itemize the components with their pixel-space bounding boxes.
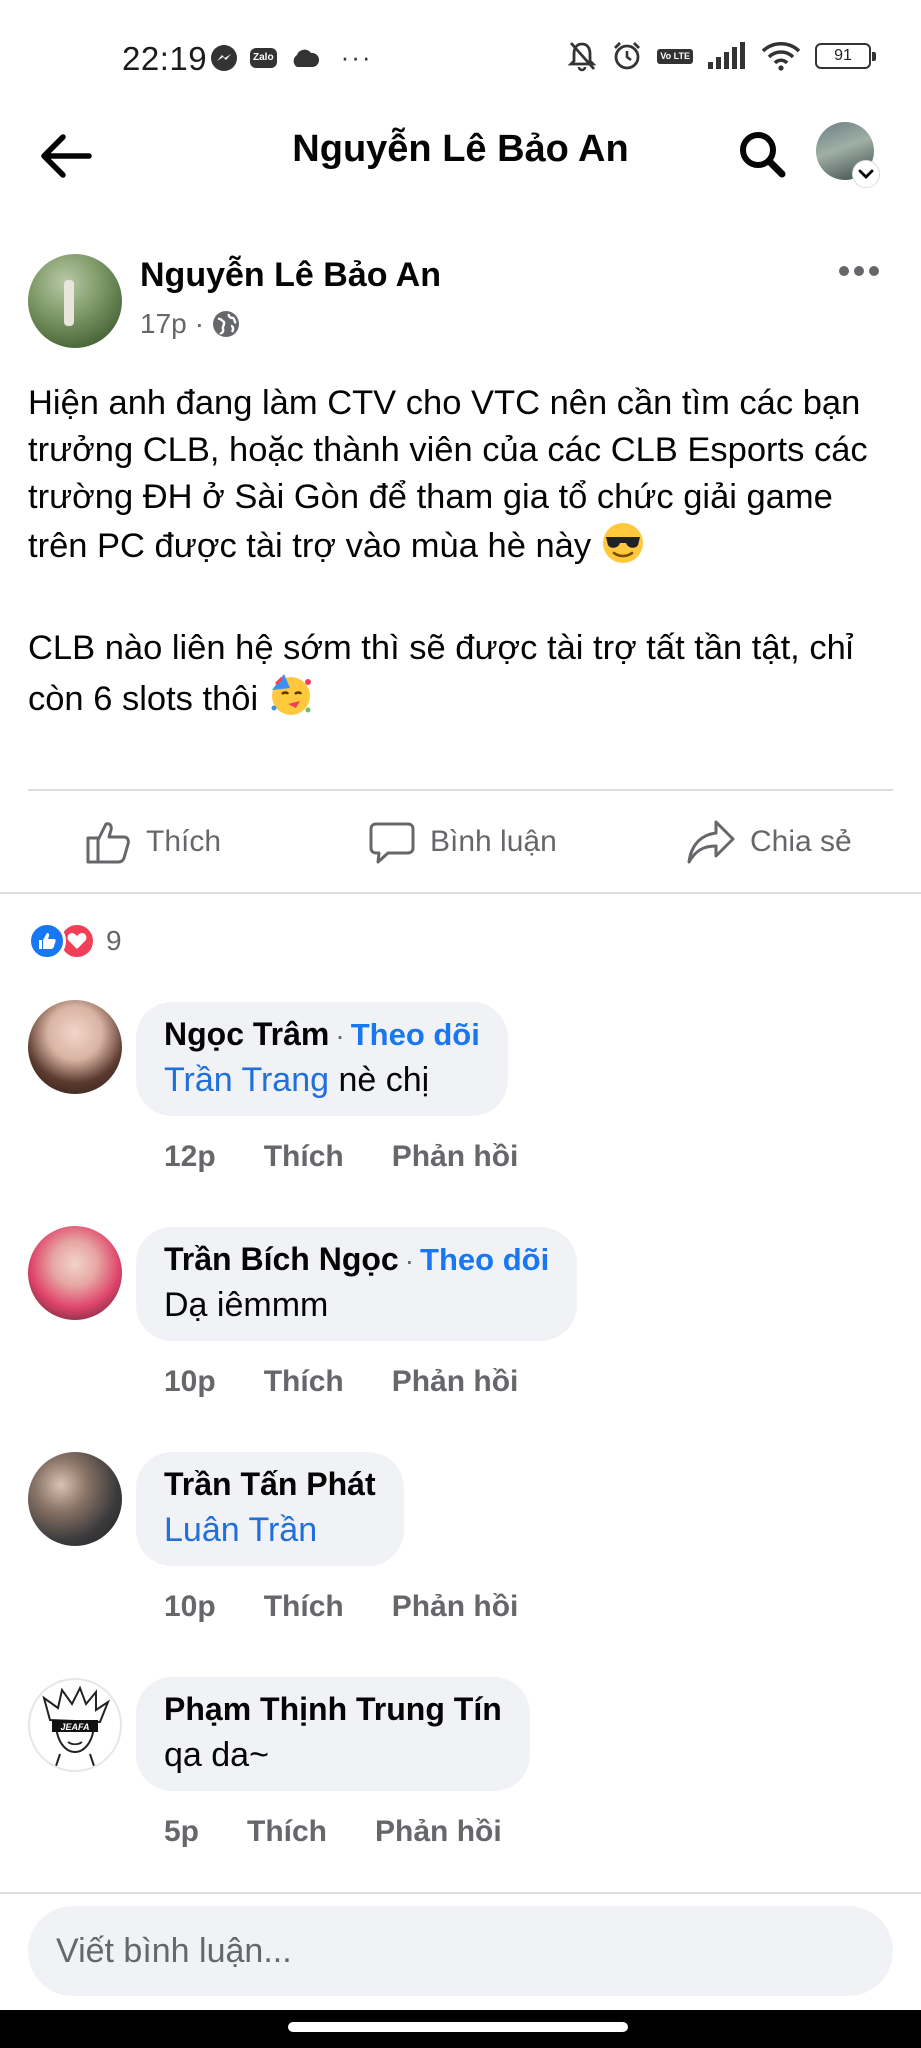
- mute-icon: [567, 40, 597, 72]
- more-horizontal-icon: [839, 266, 879, 276]
- comment-input[interactable]: Viết bình luận...: [28, 1906, 893, 1996]
- battery-indicator: 91: [815, 43, 876, 69]
- post-time[interactable]: 17p: [140, 308, 187, 340]
- comment-like-button[interactable]: Thích: [247, 1815, 327, 1849]
- comment-label: Bình luận: [430, 825, 557, 858]
- comment-avatar[interactable]: [28, 1452, 122, 1546]
- status-right-icons: Vo LTE 91: [567, 40, 876, 72]
- post-content: Hiện anh đang làm CTV cho VTC nên cần tì…: [28, 380, 898, 731]
- post-more-options-button[interactable]: [834, 256, 884, 286]
- comment-reply-button[interactable]: Phản hồi: [392, 1590, 519, 1624]
- comment-like-button[interactable]: Thích: [264, 1365, 344, 1399]
- post-paragraph-1: Hiện anh đang làm CTV cho VTC nên cần tì…: [28, 384, 868, 565]
- comment-text-body: nè chị: [329, 1061, 430, 1099]
- post-action-bar: Thích Bình luận Chia sẻ: [0, 800, 921, 886]
- comment-bubble: Ngọc Trâm · Theo dõi Trần Trang nè chị: [136, 1002, 508, 1116]
- comment-actions: 10p Thích Phản hồi: [164, 1365, 518, 1399]
- follow-button[interactable]: Theo dõi: [420, 1242, 549, 1278]
- comment-reply-button[interactable]: Phản hồi: [392, 1365, 519, 1399]
- comment-header: Ngọc Trâm · Theo dõi: [164, 1016, 480, 1053]
- reactions-summary[interactable]: 9: [28, 922, 122, 960]
- comment-bubble: Trần Tấn Phát Luân Trần: [136, 1452, 404, 1566]
- comment-text: Trần Trang nè chị: [164, 1061, 480, 1100]
- zalo-icon: Zalo: [250, 47, 277, 68]
- search-button[interactable]: [732, 124, 792, 184]
- post-paragraph-2: CLB nào liên hệ sớm thì sẽ được tài trợ …: [28, 629, 854, 718]
- anime-character-avatar-icon: JEAFA: [42, 1685, 111, 1767]
- comment-header: Phạm Thịnh Trung Tín: [164, 1691, 502, 1728]
- like-button[interactable]: Thích: [84, 818, 221, 866]
- comment-mention[interactable]: Trần Trang: [164, 1061, 329, 1099]
- comment-like-button[interactable]: Thích: [264, 1140, 344, 1174]
- volte-icon: Vo LTE: [657, 48, 693, 64]
- follow-button[interactable]: Theo dõi: [351, 1017, 480, 1053]
- signal-icon: [707, 42, 747, 70]
- meta-separator: ·: [194, 308, 205, 339]
- comment-separator: ·: [404, 1245, 415, 1276]
- post-author-avatar[interactable]: [28, 254, 122, 348]
- post-meta: 17p ·: [140, 308, 240, 340]
- top-header: Nguyễn Lê Bảo An: [0, 110, 921, 220]
- like-label: Thích: [146, 825, 222, 858]
- comment-time[interactable]: 10p: [164, 1365, 216, 1399]
- comment-avatar[interactable]: [28, 1226, 122, 1320]
- comment-avatar[interactable]: [28, 1000, 122, 1094]
- comment-time[interactable]: 5p: [164, 1815, 199, 1849]
- comment-actions: 5p Thích Phản hồi: [164, 1815, 502, 1849]
- globe-icon: [213, 311, 240, 337]
- post-divider: [28, 789, 893, 791]
- status-left-icons: Zalo ···: [210, 42, 373, 73]
- comment-bubble-icon: [369, 822, 415, 864]
- comment-time[interactable]: 12p: [164, 1140, 216, 1174]
- comment-bubble: Trần Bích Ngọc · Theo dõi Dạ iêmmm: [136, 1227, 578, 1341]
- more-notifications-icon: ···: [340, 42, 373, 72]
- share-button[interactable]: Chia sẻ: [686, 818, 852, 866]
- comment-like-button[interactable]: Thích: [264, 1590, 344, 1624]
- comment-reply-button[interactable]: Phản hồi: [375, 1815, 502, 1849]
- reaction-count: 9: [106, 925, 122, 956]
- search-icon: [740, 132, 786, 178]
- share-arrow-icon: [687, 820, 735, 864]
- composer-divider: [0, 1892, 921, 1894]
- comment-time[interactable]: 10p: [164, 1590, 216, 1624]
- comment-header: Trần Tấn Phát: [164, 1466, 376, 1503]
- thumbs-up-icon: [86, 822, 130, 864]
- comment-actions: 10p Thích Phản hồi: [164, 1590, 518, 1624]
- comment-author[interactable]: Phạm Thịnh Trung Tín: [164, 1691, 502, 1728]
- svg-text:JEAFA: JEAFA: [60, 1722, 89, 1732]
- comment-text: Dạ iêmmm: [164, 1286, 329, 1324]
- share-label: Chia sẻ: [750, 825, 852, 858]
- alarm-icon: [611, 40, 643, 72]
- wifi-icon: [761, 41, 801, 71]
- comment-avatar[interactable]: JEAFA: [28, 1678, 122, 1772]
- action-divider: [0, 892, 921, 894]
- comment-author[interactable]: Trần Tấn Phát: [164, 1466, 376, 1503]
- comment-text: qa da~: [164, 1736, 269, 1774]
- comment-header: Trần Bích Ngọc · Theo dõi: [164, 1241, 549, 1278]
- comment-text: Luân Trần: [164, 1511, 376, 1550]
- status-bar: 22:19 Zalo ··· Vo LTE 91: [0, 0, 921, 110]
- status-time: 22:19: [122, 40, 208, 77]
- comment-author[interactable]: Trần Bích Ngọc: [164, 1241, 399, 1278]
- comment-separator: ·: [335, 1020, 345, 1051]
- comment-reply-button[interactable]: Phản hồi: [392, 1140, 519, 1174]
- home-indicator[interactable]: [288, 2022, 628, 2032]
- comment-author[interactable]: Ngọc Trâm: [164, 1016, 329, 1053]
- post-author-name[interactable]: Nguyễn Lê Bảo An: [140, 256, 441, 295]
- chevron-down-icon[interactable]: [852, 160, 880, 188]
- comment-button[interactable]: Bình luận: [368, 818, 557, 866]
- cloud-icon: [289, 47, 319, 69]
- comment-bubble: Phạm Thịnh Trung Tín qa da~: [136, 1677, 530, 1791]
- messenger-icon: [210, 44, 238, 72]
- comment-actions: 12p Thích Phản hồi: [164, 1140, 518, 1174]
- partying-face-emoji-icon: [268, 672, 314, 731]
- like-reaction-icon: [28, 922, 66, 960]
- comment-mention[interactable]: Luân Trần: [164, 1511, 317, 1549]
- sunglasses-emoji-icon: [601, 521, 645, 578]
